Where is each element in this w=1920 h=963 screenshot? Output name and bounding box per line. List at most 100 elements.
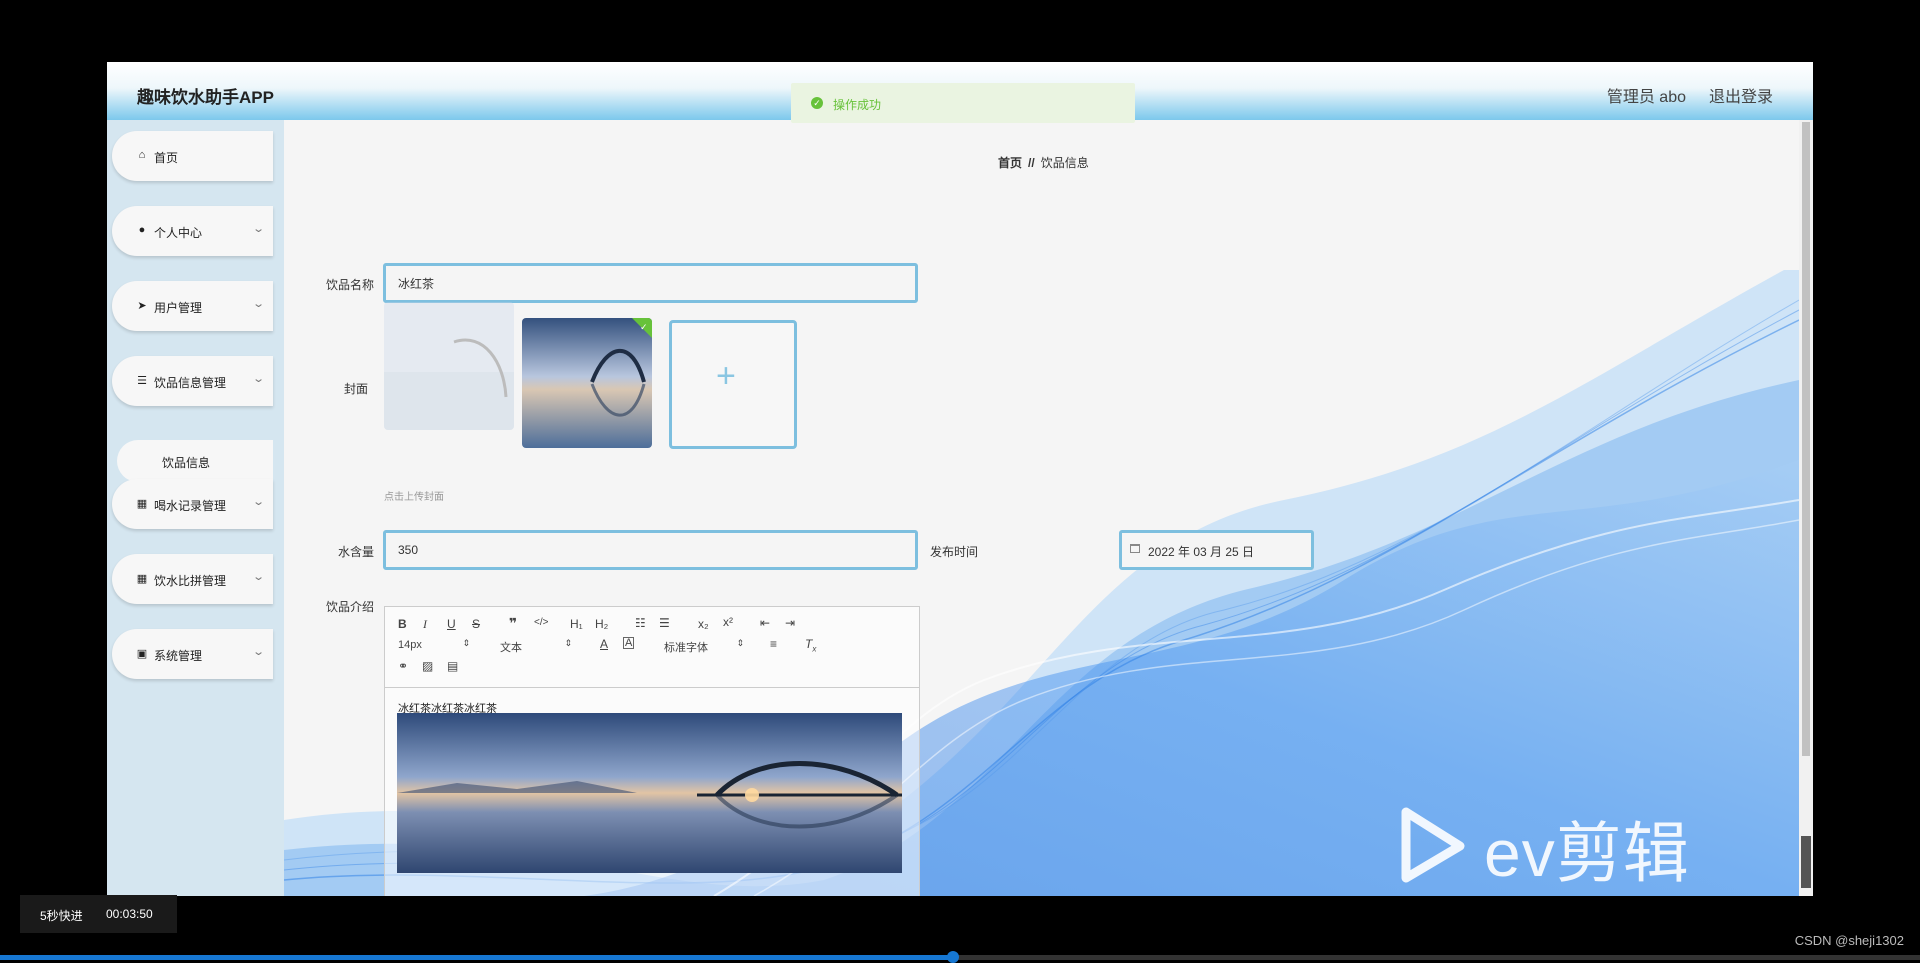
ordered-list-icon[interactable]: ☷ bbox=[635, 616, 646, 630]
fast-forward-button[interactable]: 5秒快进 bbox=[40, 907, 83, 924]
heading2-icon[interactable]: H₂ bbox=[595, 617, 608, 631]
grid-icon: ▦ bbox=[136, 498, 148, 510]
sidebar-item-drinks[interactable]: ☰ 饮品信息管理 ⌄ bbox=[112, 356, 273, 406]
link-icon[interactable]: ⚭ bbox=[398, 659, 408, 673]
breadcrumb: 首页 // 饮品信息 bbox=[998, 154, 1089, 171]
background-color-icon[interactable]: A bbox=[623, 637, 635, 649]
admin-name: 管理员 abo bbox=[1606, 89, 1686, 106]
list-icon: ☰ bbox=[137, 375, 147, 387]
user-icon: ● bbox=[138, 224, 146, 236]
video-progress-knob[interactable] bbox=[947, 951, 959, 963]
date-value: 2022 年 03 月 25 日 bbox=[1148, 545, 1255, 559]
video-icon[interactable]: ▤ bbox=[447, 659, 458, 673]
breadcrumb-separator: // bbox=[1028, 156, 1035, 170]
app-window: 趣味饮水助手APP 管理员 abo 退出登录 ✓ 操作成功 ⌂ 首页 ● 个人中… bbox=[107, 62, 1813, 896]
chevron-down-icon: ⌄ bbox=[251, 646, 265, 658]
sidebar-item-home[interactable]: ⌂ 首页 bbox=[112, 131, 273, 181]
sidebar-item-competition[interactable]: ▦ 饮水比拼管理 ⌄ bbox=[112, 554, 273, 604]
sidebar-item-label: 饮品信息管理 bbox=[154, 376, 227, 390]
cover-label: 封面 bbox=[343, 382, 368, 396]
video-time: 00:03:50 bbox=[106, 907, 153, 921]
font-size-select[interactable]: 14px ⇕ bbox=[398, 638, 470, 651]
water-label: 水含量 bbox=[337, 545, 374, 559]
chevron-down-icon: ⌄ bbox=[251, 571, 265, 583]
rich-text-editor[interactable]: B I U S ❞ </> H₁ H₂ ☷ ☰ x₂ x² ⇤ ⇥ 14px ⇕ … bbox=[384, 606, 920, 896]
main-content: 首页 // 饮品信息 饮品名称 封面 ✓ + 点击上传封面 水含量 发布时间 202… bbox=[284, 120, 1799, 896]
chevron-down-icon: ⌄ bbox=[251, 373, 265, 385]
vertical-scrollbar[interactable] bbox=[1799, 120, 1813, 896]
blockquote-icon[interactable]: ❞ bbox=[509, 615, 517, 632]
video-progress-fill bbox=[0, 955, 954, 960]
svg-text:✓: ✓ bbox=[640, 322, 648, 332]
bullet-list-icon[interactable]: ☰ bbox=[659, 616, 670, 630]
grid-icon: ▦ bbox=[136, 573, 148, 585]
strike-icon[interactable]: S bbox=[472, 617, 480, 631]
drink-name-input[interactable] bbox=[383, 263, 918, 303]
upload-hint: 点击上传封面 bbox=[384, 492, 444, 503]
sidebar-item-water-records[interactable]: ▦ 喝水记录管理 ⌄ bbox=[112, 479, 273, 529]
font-color-icon[interactable]: A bbox=[600, 637, 608, 651]
scrollbar-thumb[interactable] bbox=[1802, 122, 1810, 756]
credit-text: CSDN @sheji1302 bbox=[1794, 933, 1904, 948]
sidebar-subitem-drink-info[interactable]: 饮品信息 bbox=[117, 440, 273, 482]
video-progress-bar[interactable] bbox=[0, 951, 1920, 963]
italic-icon[interactable]: I bbox=[423, 617, 427, 632]
check-circle-icon: ✓ bbox=[811, 97, 823, 109]
font-family-select[interactable]: 标准字体 ⇕ bbox=[664, 638, 744, 655]
water-content-input[interactable] bbox=[383, 530, 918, 570]
code-icon[interactable]: </> bbox=[534, 617, 548, 628]
watermark-text: ev剪辑 bbox=[1484, 816, 1690, 890]
cover-thumbnail-uploading bbox=[384, 302, 514, 430]
upload-cover-button[interactable]: + bbox=[669, 320, 797, 449]
outdent-icon[interactable]: ⇤ bbox=[760, 616, 770, 630]
logout-link[interactable]: 退出登录 bbox=[1709, 83, 1773, 107]
bold-icon[interactable]: B bbox=[398, 617, 407, 631]
editor-content-image bbox=[397, 713, 902, 873]
sidebar-item-label: 饮水比拼管理 bbox=[154, 574, 227, 588]
calendar-icon bbox=[1130, 544, 1140, 553]
date-label: 发布时间 bbox=[929, 545, 978, 559]
toast-message: 操作成功 bbox=[833, 98, 882, 112]
subscript-icon[interactable]: x₂ bbox=[698, 617, 709, 631]
sidebar-item-label: 首页 bbox=[154, 151, 179, 165]
sidebar-item-users[interactable]: ➤ 用户管理 ⌄ bbox=[112, 281, 273, 331]
publish-date-picker[interactable]: 2022 年 03 月 25 日 bbox=[1119, 530, 1314, 570]
sidebar-item-label: 系统管理 bbox=[154, 649, 203, 663]
plus-icon: + bbox=[716, 357, 736, 395]
indent-icon[interactable]: ⇥ bbox=[785, 616, 795, 630]
paragraph-select[interactable]: 文本 ⇕ bbox=[500, 638, 572, 655]
scrollbar-handle[interactable] bbox=[1801, 836, 1811, 888]
play-logo-icon bbox=[1401, 807, 1465, 883]
home-icon: ⌂ bbox=[138, 149, 146, 161]
clear-format-icon[interactable]: Tx bbox=[805, 637, 816, 653]
video-controls: 5秒快进 00:03:50 bbox=[20, 895, 177, 933]
chevron-down-icon: ⌄ bbox=[251, 298, 265, 310]
intro-label: 饮品介绍 bbox=[325, 600, 374, 614]
name-label: 饮品名称 bbox=[325, 278, 374, 292]
sidebar: ⌂ 首页 ● 个人中心 ⌄ ➤ 用户管理 ⌄ ☰ 饮品信息管理 ⌄ 饮品信息 ▦… bbox=[107, 120, 284, 896]
breadcrumb-current: 饮品信息 bbox=[1040, 156, 1089, 170]
sidebar-item-label: 用户管理 bbox=[154, 301, 203, 315]
align-icon[interactable]: ≡ bbox=[770, 637, 777, 651]
select-arrow-icon: ⇕ bbox=[564, 638, 572, 648]
success-toast: ✓ 操作成功 bbox=[791, 83, 1135, 123]
image-icon[interactable]: ▨ bbox=[422, 659, 433, 673]
underline-icon[interactable]: U bbox=[447, 617, 456, 631]
chevron-down-icon: ⌄ bbox=[251, 223, 265, 235]
sidebar-item-label: 喝水记录管理 bbox=[154, 499, 227, 513]
sidebar-item-label: 个人中心 bbox=[154, 226, 203, 240]
select-arrow-icon: ⇕ bbox=[462, 638, 470, 648]
sidebar-item-profile[interactable]: ● 个人中心 ⌄ bbox=[112, 206, 273, 256]
sidebar-item-system[interactable]: ▣ 系统管理 ⌄ bbox=[112, 629, 273, 679]
sidebar-subitem-label: 饮品信息 bbox=[162, 456, 211, 470]
app-title: 趣味饮水助手APP bbox=[137, 88, 274, 107]
heading1-icon[interactable]: H₁ bbox=[570, 617, 583, 631]
editor-toolbar: B I U S ❞ </> H₁ H₂ ☷ ☰ x₂ x² ⇤ ⇥ 14px ⇕ … bbox=[385, 607, 919, 688]
paragraph-value: 文本 bbox=[500, 642, 522, 654]
breadcrumb-home[interactable]: 首页 bbox=[998, 156, 1022, 170]
superscript-icon[interactable]: x² bbox=[723, 615, 733, 629]
clipboard-icon: ▣ bbox=[136, 648, 148, 660]
select-arrow-icon: ⇕ bbox=[736, 638, 744, 648]
cover-thumbnail[interactable]: ✓ bbox=[522, 318, 652, 448]
send-icon: ➤ bbox=[137, 300, 147, 312]
